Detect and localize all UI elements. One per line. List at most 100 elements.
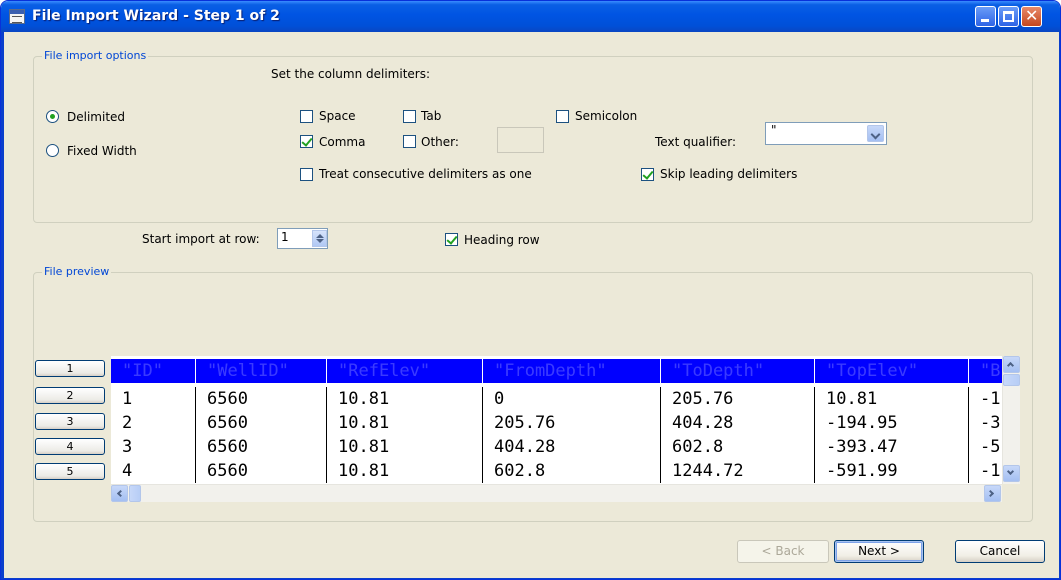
preview-row: 1 6560 10.81 0 205.76 10.81 -1 — [111, 387, 1002, 411]
heading-row-label[interactable]: Heading row — [464, 233, 540, 247]
preview-cell: -3 — [968, 411, 1002, 435]
preview-row: 3 6560 10.81 404.28 602.8 -393.47 -5 — [111, 435, 1002, 459]
cancel-button[interactable]: Cancel — [955, 540, 1045, 563]
consecutive-delimiters-checkbox[interactable] — [300, 168, 313, 181]
preview-cell: -1 — [968, 387, 1002, 411]
space-checkbox[interactable] — [300, 110, 313, 123]
preview-cell: -194.95 — [814, 411, 968, 435]
preview-cell: 2 — [122, 413, 133, 433]
preview-cell: 6560 — [195, 435, 326, 459]
preview-cell: 10.81 — [326, 459, 482, 483]
preview-cell: 1244.72 — [660, 459, 814, 483]
vertical-scrollbar[interactable] — [1002, 356, 1020, 484]
chevron-up-icon — [1006, 361, 1015, 370]
scroll-up-button[interactable] — [1003, 356, 1020, 373]
start-row-input[interactable]: 1 — [277, 228, 328, 249]
start-row-label: Start import at row: — [142, 232, 260, 246]
row-number-button[interactable]: 1 — [35, 360, 105, 377]
file-preview-grid[interactable]: "ID" "WellID" "RefElev" "FromDepth" "ToD… — [111, 356, 1002, 484]
preview-column-header: "B — [968, 359, 1002, 383]
preview-column-header: "RefElev" — [326, 359, 482, 383]
scroll-right-button[interactable] — [984, 485, 1001, 502]
spin-up-icon[interactable] — [316, 234, 324, 238]
minimize-button[interactable] — [975, 6, 996, 27]
preview-cell: 6560 — [195, 459, 326, 483]
heading-row-checkbox[interactable] — [445, 233, 458, 246]
preview-cell: 404.28 — [660, 411, 814, 435]
row-number-button[interactable]: 3 — [35, 413, 105, 430]
semicolon-checkbox[interactable] — [556, 110, 569, 123]
preview-column-header: "ID" — [122, 361, 163, 381]
preview-cell: 404.28 — [482, 435, 660, 459]
preview-cell: 4 — [122, 461, 133, 481]
comma-checkbox[interactable] — [300, 135, 313, 148]
tab-checkbox[interactable] — [403, 110, 416, 123]
window-title: File Import Wizard - Step 1 of 2 — [32, 8, 280, 24]
title-bar[interactable]: File Import Wizard - Step 1 of 2 ✕ — [1, 1, 1060, 32]
chevron-left-icon — [116, 489, 125, 498]
close-button[interactable]: ✕ — [1021, 6, 1042, 27]
preview-column-header: "WellID" — [195, 359, 326, 383]
close-icon: ✕ — [1025, 6, 1039, 25]
next-button[interactable]: Next > — [834, 540, 924, 563]
preview-cell: 10.81 — [326, 411, 482, 435]
text-qualifier-value: " — [771, 123, 777, 137]
back-button[interactable]: < Back — [737, 540, 829, 563]
vertical-scroll-thumb[interactable] — [1003, 374, 1020, 386]
chevron-right-icon — [986, 489, 995, 498]
app-icon — [9, 9, 25, 24]
skip-leading-checkbox[interactable] — [641, 168, 654, 181]
scroll-down-button[interactable] — [1003, 465, 1020, 482]
row-number-button[interactable]: 5 — [35, 463, 105, 480]
preview-column-header: "FromDepth" — [482, 359, 660, 383]
skip-leading-label[interactable]: Skip leading delimiters — [660, 167, 797, 181]
preview-cell: 205.76 — [660, 387, 814, 411]
preview-cell: -1 — [968, 459, 1002, 483]
comma-label[interactable]: Comma — [319, 135, 365, 149]
preview-cell: 10.81 — [326, 435, 482, 459]
horizontal-scrollbar[interactable] — [111, 484, 1002, 502]
other-checkbox[interactable] — [403, 135, 416, 148]
maximize-button[interactable] — [998, 6, 1019, 27]
minimize-icon — [981, 19, 989, 22]
text-qualifier-label: Text qualifier: — [655, 135, 737, 149]
preview-cell: 6560 — [195, 411, 326, 435]
delimited-label[interactable]: Delimited — [67, 110, 125, 124]
preview-cell: 602.8 — [660, 435, 814, 459]
start-row-value: 1 — [281, 230, 289, 244]
delimited-radio[interactable] — [46, 110, 59, 123]
preview-cell: 602.8 — [482, 459, 660, 483]
scroll-left-button[interactable] — [111, 485, 128, 502]
preview-cell: 10.81 — [326, 387, 482, 411]
preview-cell: 205.76 — [482, 411, 660, 435]
tab-label[interactable]: Tab — [421, 109, 441, 123]
fixed-width-radio[interactable] — [46, 144, 59, 157]
preview-header-row: "ID" "WellID" "RefElev" "FromDepth" "ToD… — [111, 359, 1002, 383]
start-row-spinner[interactable] — [312, 230, 327, 247]
fixed-width-label[interactable]: Fixed Width — [67, 144, 137, 158]
row-number-button[interactable]: 4 — [35, 438, 105, 455]
preview-cell: 3 — [122, 437, 133, 457]
chevron-down-icon[interactable] — [867, 125, 884, 142]
file-import-options-label: File import options — [42, 49, 149, 63]
text-qualifier-select[interactable]: " — [765, 122, 887, 145]
file-import-wizard-window: File Import Wizard - Step 1 of 2 ✕ File … — [0, 0, 1061, 580]
other-label[interactable]: Other: — [421, 135, 459, 149]
preview-row: 4 6560 10.81 602.8 1244.72 -591.99 -1 — [111, 459, 1002, 483]
spin-down-icon[interactable] — [316, 239, 324, 243]
semicolon-label[interactable]: Semicolon — [575, 109, 637, 123]
preview-cell: 10.81 — [814, 387, 968, 411]
file-preview-label: File preview — [42, 265, 112, 279]
preview-cell: 0 — [482, 387, 660, 411]
consecutive-delimiters-label[interactable]: Treat consecutive delimiters as one — [319, 167, 532, 181]
delimiters-heading: Set the column delimiters: — [271, 67, 431, 81]
other-delimiter-input[interactable] — [497, 127, 544, 153]
preview-cell: -393.47 — [814, 435, 968, 459]
preview-column-header: "TopElev" — [814, 359, 968, 383]
maximize-icon — [1003, 11, 1014, 22]
row-number-button[interactable]: 2 — [35, 387, 105, 404]
horizontal-scroll-thumb[interactable] — [129, 485, 141, 502]
space-label[interactable]: Space — [319, 109, 356, 123]
preview-cell: -5 — [968, 435, 1002, 459]
preview-cell: -591.99 — [814, 459, 968, 483]
